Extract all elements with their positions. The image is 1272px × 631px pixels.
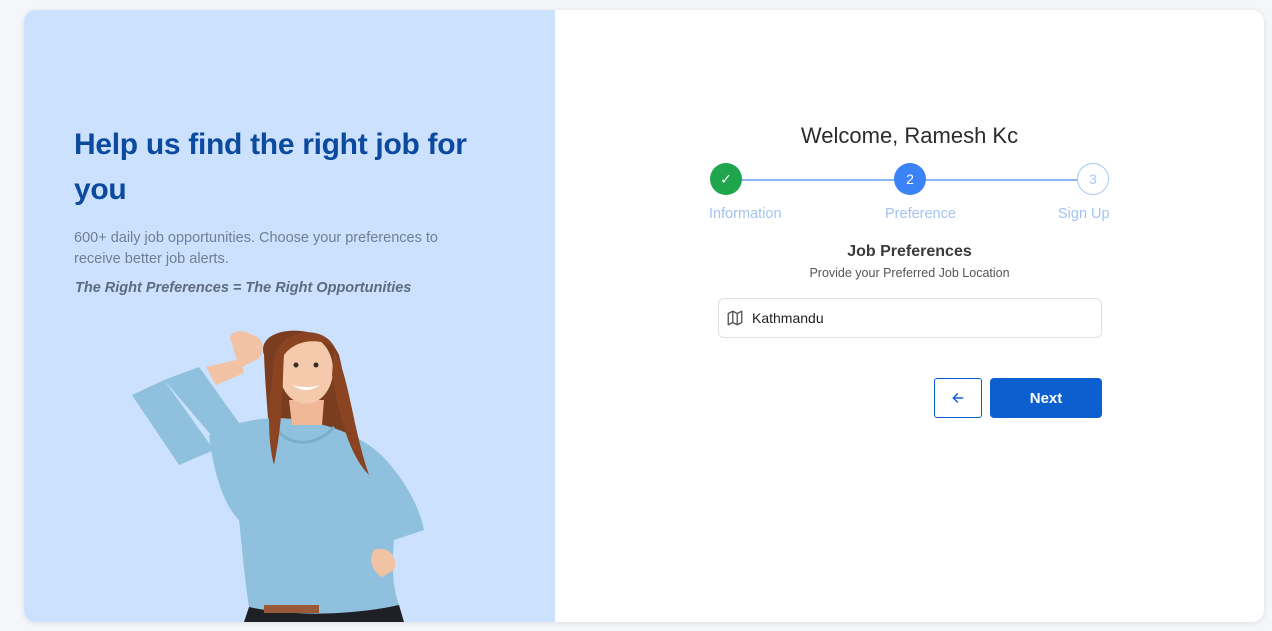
map-icon	[726, 309, 744, 327]
step-2-circle: 2	[894, 163, 926, 195]
preferences-subtitle: Provide your Preferred Job Location	[809, 266, 1010, 280]
progress-stepper: ✓ 2 3 Information Preference Sign Up	[709, 163, 1110, 233]
location-input[interactable]	[752, 310, 1072, 326]
step-label-sign-up: Sign Up	[1058, 206, 1110, 222]
hero-panel: Help us find the right job for you 600+ …	[24, 10, 555, 622]
stepper-connector	[740, 179, 896, 181]
onboarding-card: Help us find the right job for you 600+ …	[24, 10, 1264, 622]
step-3-circle: 3	[1077, 163, 1109, 195]
next-button[interactable]: Next	[990, 378, 1102, 418]
hero-subtitle: 600+ daily job opportunities. Choose you…	[74, 230, 438, 267]
hero-tagline: The Right Preferences = The Right Opport…	[75, 280, 412, 296]
hero-title: Help us find the right job for you	[74, 128, 467, 206]
woman-illustration	[132, 330, 424, 622]
preferences-title: Job Preferences	[847, 243, 972, 260]
arrow-left-icon	[951, 391, 965, 405]
step-label-preference: Preference	[885, 206, 956, 222]
step-1-check-icon: ✓	[710, 163, 742, 195]
stepper-connector	[924, 179, 1079, 181]
step-label-information: Information	[709, 206, 782, 222]
welcome-heading: Welcome, Ramesh Kc	[800, 123, 1019, 148]
location-field[interactable]	[718, 298, 1102, 338]
form-panel: Welcome, Ramesh Kc ✓ 2 3 Information Pre…	[555, 10, 1264, 622]
back-button[interactable]	[934, 378, 982, 418]
